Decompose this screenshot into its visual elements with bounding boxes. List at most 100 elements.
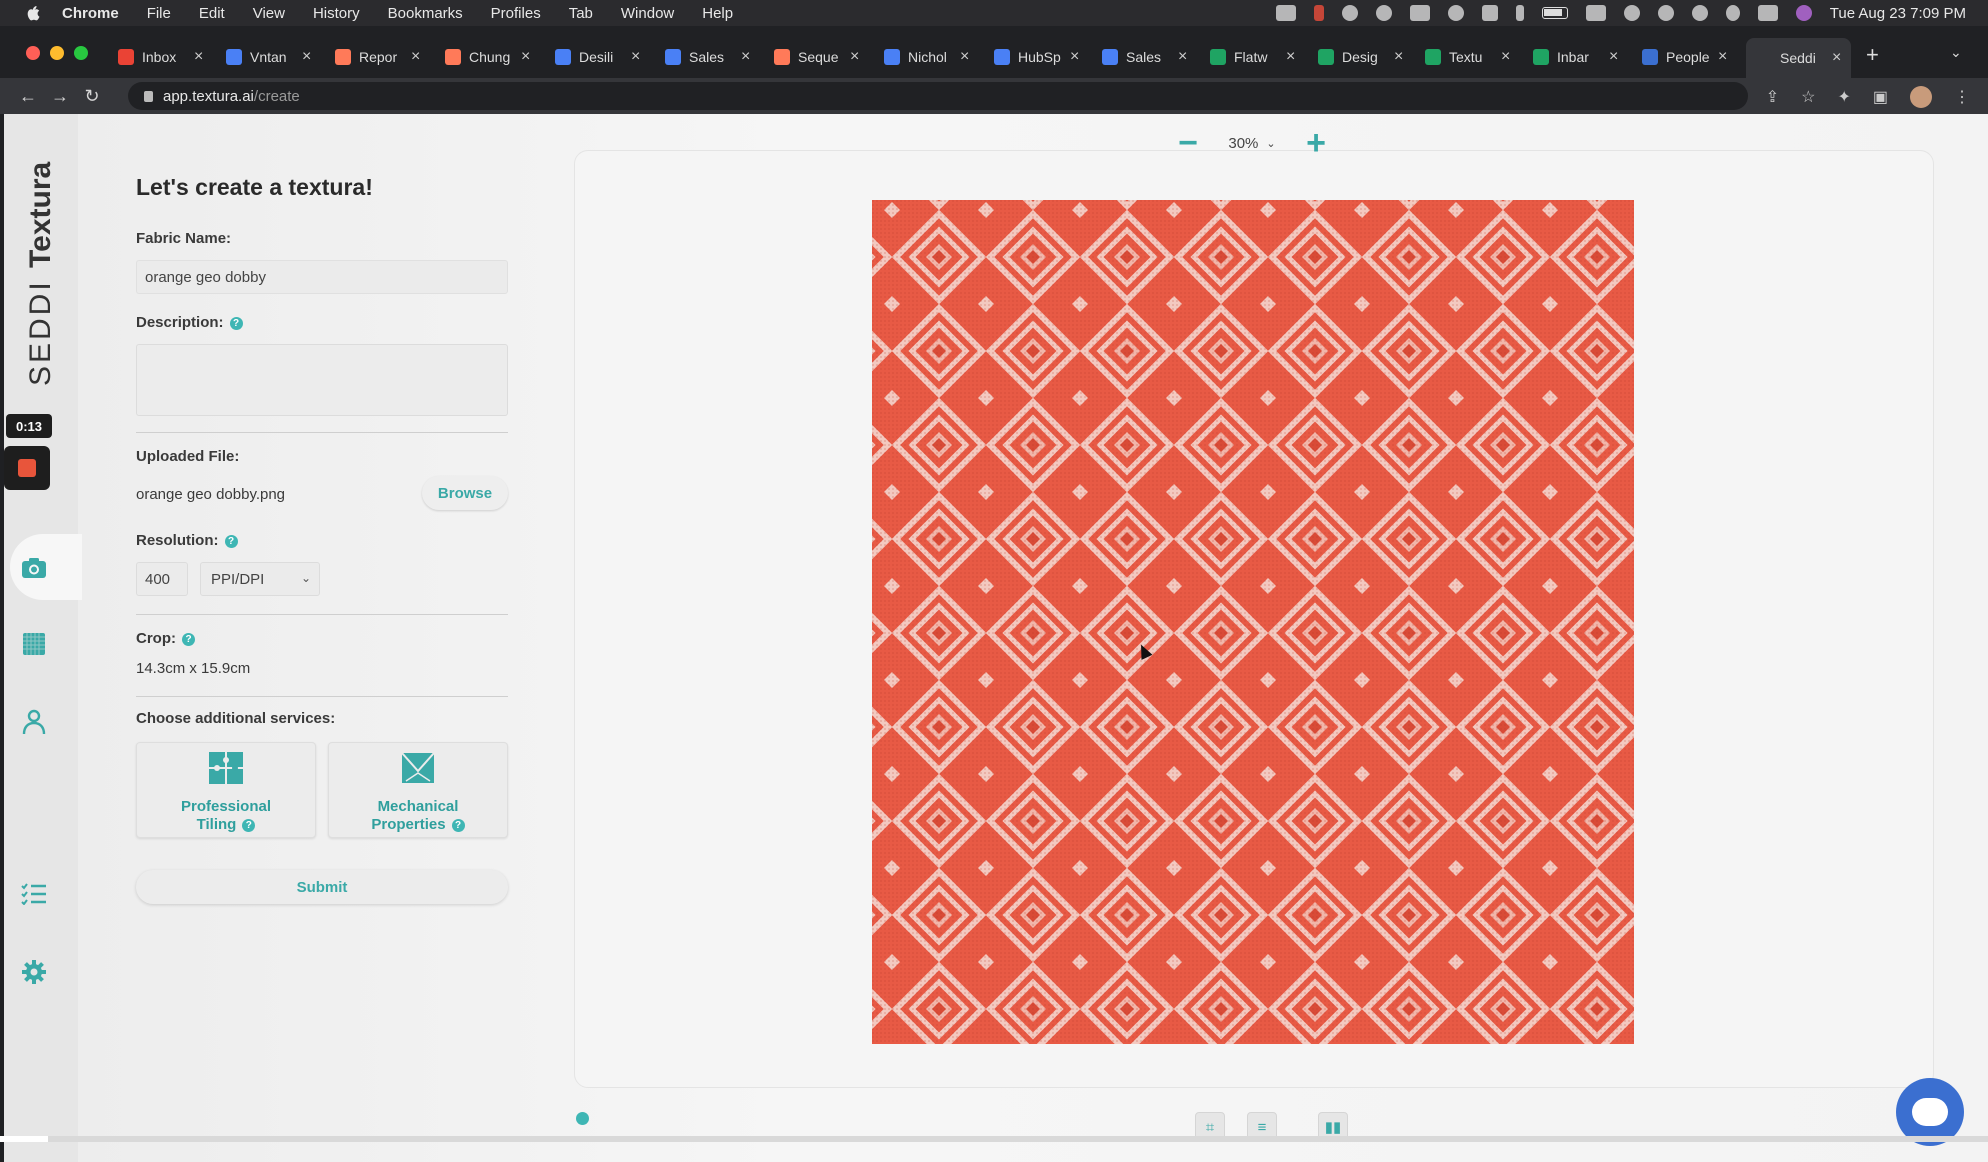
resolution-input[interactable]: 400 [136, 562, 188, 596]
tab-inbox[interactable]: Inbox × [118, 42, 203, 72]
chat-status-icon[interactable] [1447, 5, 1464, 21]
resolution-help-icon[interactable]: ? [224, 534, 238, 548]
tab-people[interactable]: People × [1642, 42, 1727, 72]
close-tab-icon[interactable]: × [302, 48, 311, 66]
new-tab-button[interactable]: + [1866, 42, 1879, 68]
tab-repor[interactable]: Repor × [335, 42, 420, 72]
zoom-out-button[interactable]: − [1174, 126, 1202, 160]
close-tab-icon[interactable]: × [1178, 48, 1187, 66]
professional-tiling-option[interactable]: Professional Tiling? [136, 742, 316, 838]
tab-nichol[interactable]: Nichol × [884, 42, 969, 72]
user-status-icon[interactable] [1657, 5, 1674, 21]
display-icon[interactable] [1585, 5, 1606, 21]
tab-desig[interactable]: Desig × [1318, 42, 1403, 72]
side-panel-icon[interactable]: ▣ [1873, 87, 1888, 107]
sidebar-item-settings[interactable] [18, 956, 50, 988]
tab-sales[interactable]: Sales × [665, 42, 750, 72]
share-icon[interactable]: ⇪ [1766, 87, 1779, 107]
submit-button[interactable]: Submit [136, 870, 508, 904]
close-tab-icon[interactable]: × [1501, 48, 1510, 66]
minimize-window-button[interactable] [50, 46, 64, 60]
sidebar-item-library[interactable] [18, 628, 50, 660]
bluetooth-icon[interactable] [1515, 5, 1524, 21]
close-tab-icon[interactable]: × [194, 48, 203, 66]
tab-hubsp[interactable]: HubSp × [994, 42, 1079, 72]
menu-help[interactable]: Help [702, 5, 733, 22]
menu-bookmarks[interactable]: Bookmarks [388, 5, 463, 22]
close-tab-icon[interactable]: × [1070, 48, 1079, 66]
tab-flatw[interactable]: Flatw × [1210, 42, 1295, 72]
maximize-window-button[interactable] [74, 46, 88, 60]
menu-file[interactable]: File [147, 5, 171, 22]
zoom-in-button[interactable]: + [1302, 126, 1330, 160]
tab-desili[interactable]: Desili × [555, 42, 640, 72]
battery-icon[interactable] [1541, 7, 1568, 19]
browse-button[interactable]: Browse [422, 476, 508, 510]
video-progress-bar[interactable] [0, 1136, 1988, 1142]
close-tab-icon[interactable]: × [1394, 48, 1403, 66]
tab-seque[interactable]: Seque × [774, 42, 859, 72]
tab-inbar[interactable]: Inbar × [1533, 42, 1618, 72]
close-tab-icon[interactable]: × [741, 48, 750, 66]
time-machine-icon[interactable] [1691, 5, 1708, 21]
sidebar-item-profile[interactable] [18, 706, 50, 738]
menu-window[interactable]: Window [621, 5, 674, 22]
tab-sales[interactable]: Sales × [1102, 42, 1187, 72]
tiling-help-icon[interactable]: ? [242, 818, 256, 832]
extensions-puzzle-icon[interactable]: ✦ [1837, 87, 1850, 107]
control-center-icon[interactable] [1757, 5, 1778, 21]
menu-profiles[interactable]: Profiles [491, 5, 541, 22]
close-tab-icon[interactable]: × [521, 48, 530, 66]
forward-arrow-icon[interactable]: → [44, 86, 76, 107]
fabric-name-input[interactable] [136, 260, 508, 294]
description-help-icon[interactable]: ? [229, 316, 243, 330]
zoom-select[interactable]: 30% ⌄ [1216, 128, 1288, 158]
gear-status-icon[interactable] [1375, 5, 1392, 21]
tab-seddi[interactable]: Seddi × [1746, 38, 1852, 78]
tab-vntan[interactable]: Vntan × [226, 42, 311, 72]
cloud-icon[interactable] [1341, 5, 1358, 21]
stop-recording-button[interactable] [4, 446, 50, 490]
sidebar-item-create[interactable] [18, 552, 50, 584]
tab-chung[interactable]: Chung × [445, 42, 530, 72]
menu-view[interactable]: View [253, 5, 285, 22]
sidebar-item-tasks[interactable] [18, 878, 50, 910]
crop-help-icon[interactable]: ? [182, 632, 195, 646]
wifi-icon[interactable] [1623, 5, 1640, 21]
menu-history[interactable]: History [313, 5, 360, 22]
close-tab-icon[interactable]: × [850, 48, 859, 66]
apple-icon[interactable] [24, 4, 42, 22]
spotlight-search-icon[interactable] [1725, 5, 1740, 21]
reload-icon[interactable]: ↻ [76, 86, 108, 107]
tab-search-chevron-icon[interactable]: ⌄ [1950, 44, 1962, 61]
bookmark-star-icon[interactable]: ☆ [1801, 87, 1815, 107]
description-textarea[interactable] [136, 344, 508, 416]
fabric-preview-image[interactable] [872, 200, 1634, 1044]
resolution-unit-select[interactable]: PPI/DPI ⌄ [200, 562, 320, 596]
grid-status-icon[interactable] [1409, 5, 1430, 21]
menubar-clock[interactable]: Tue Aug 23 7:09 PM [1830, 5, 1966, 22]
menu-tab[interactable]: Tab [569, 5, 593, 22]
profile-avatar[interactable] [1910, 86, 1932, 108]
close-tab-icon[interactable]: × [960, 48, 969, 66]
browser-menu-icon[interactable]: ⋮ [1954, 87, 1970, 107]
screen-record-icon[interactable] [1275, 5, 1296, 21]
back-arrow-icon[interactable]: ← [12, 86, 44, 107]
close-tab-icon[interactable]: × [631, 48, 640, 66]
volume-icon[interactable] [1481, 5, 1498, 21]
menu-app-chrome[interactable]: Chrome [62, 5, 119, 22]
record-indicator-icon[interactable] [1313, 5, 1324, 21]
siri-icon[interactable] [1795, 5, 1812, 21]
info-icon[interactable] [576, 1112, 589, 1125]
close-tab-icon[interactable]: × [411, 48, 420, 66]
tab-textu[interactable]: Textu × [1425, 42, 1510, 72]
mechanical-help-icon[interactable]: ? [451, 818, 465, 832]
mechanical-properties-option[interactable]: Mechanical Properties? [328, 742, 508, 838]
close-window-button[interactable] [26, 46, 40, 60]
close-tab-icon[interactable]: × [1832, 49, 1841, 67]
close-tab-icon[interactable]: × [1718, 48, 1727, 66]
menu-edit[interactable]: Edit [199, 5, 225, 22]
close-tab-icon[interactable]: × [1609, 48, 1618, 66]
close-tab-icon[interactable]: × [1286, 48, 1295, 66]
address-bar[interactable]: app.textura.ai/create [128, 82, 1748, 110]
